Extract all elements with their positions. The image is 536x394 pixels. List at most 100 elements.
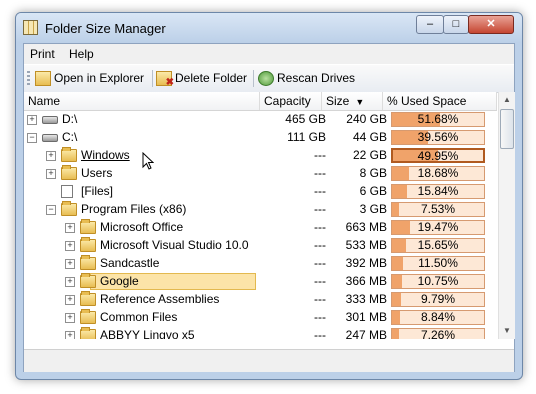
item-capacity: --- (314, 328, 326, 339)
used-space-percent: 7.26% (420, 328, 456, 340)
expand-icon[interactable]: + (27, 115, 37, 125)
column-header: Name Capacity Size ▼ % Used Space (24, 92, 497, 111)
item-name[interactable]: [Files] (81, 184, 113, 198)
item-size: 392 MB (345, 256, 387, 270)
item-name[interactable]: Users (81, 166, 112, 180)
column-used-space[interactable]: % Used Space (383, 92, 497, 110)
expand-icon[interactable]: + (46, 151, 56, 161)
item-name[interactable]: Microsoft Visual Studio 10.0 (100, 238, 249, 252)
tree-row[interactable]: − Program Files (x86) --- 3 GB 7.53% (24, 201, 497, 219)
item-name[interactable]: Sandcastle (100, 256, 159, 270)
tree-row[interactable]: + Microsoft Office --- 663 MB 19.47% (24, 219, 497, 237)
tree-row[interactable]: + Windows --- 22 GB 49.95% (24, 147, 497, 165)
column-size-label: Size (326, 94, 350, 108)
used-space-bar: 8.84% (391, 310, 485, 325)
sort-descending-icon: ▼ (355, 97, 365, 107)
status-bar (24, 349, 514, 372)
used-space-percent: 19.47% (417, 220, 459, 234)
delete-folder-button[interactable]: ✖ Delete Folder (156, 69, 248, 88)
rescan-drives-label: Rescan Drives (277, 71, 356, 85)
expand-icon[interactable]: + (46, 169, 56, 179)
item-size: 6 GB (359, 184, 387, 198)
rescan-drives-button[interactable]: Rescan Drives (258, 69, 356, 88)
item-name[interactable]: Google (100, 274, 139, 288)
item-name[interactable]: C:\ (62, 130, 77, 144)
maximize-button[interactable]: □ (443, 15, 469, 34)
tree-row[interactable]: + Sandcastle --- 392 MB 11.50% (24, 255, 497, 273)
rescan-drives-icon (258, 71, 274, 86)
item-capacity: --- (314, 184, 326, 198)
item-name[interactable]: D:\ (62, 112, 77, 126)
used-space-percent: 15.84% (417, 184, 459, 198)
collapse-icon[interactable]: − (46, 205, 56, 215)
window-title: Folder Size Manager (45, 21, 166, 36)
expand-icon[interactable]: + (65, 259, 75, 269)
expand-icon[interactable]: + (65, 223, 75, 233)
item-name[interactable]: Common Files (100, 310, 177, 324)
menu-bar: Print Help (24, 44, 514, 64)
expand-icon[interactable]: + (65, 241, 75, 251)
menu-help[interactable]: Help (69, 47, 94, 61)
folder-icon (80, 237, 96, 252)
open-in-explorer-label: Open in Explorer (54, 71, 145, 85)
column-capacity[interactable]: Capacity (260, 92, 322, 110)
item-name[interactable]: Reference Assemblies (100, 292, 219, 306)
folder-icon (80, 327, 96, 339)
item-name[interactable]: Windows (81, 148, 130, 162)
collapse-icon[interactable]: − (27, 133, 37, 143)
menu-print[interactable]: Print (30, 47, 55, 61)
column-name[interactable]: Name (24, 92, 260, 110)
used-space-bar: 7.26% (391, 328, 485, 339)
used-space-percent: 18.68% (417, 166, 459, 180)
tree-row[interactable]: + Common Files --- 301 MB 8.84% (24, 309, 497, 327)
item-name[interactable]: Program Files (x86) (81, 202, 186, 216)
item-name[interactable]: ABBYY Lingvo x5 (100, 328, 195, 339)
item-name[interactable]: Microsoft Office (100, 220, 183, 234)
expand-icon[interactable]: + (65, 295, 75, 305)
toolbar-separator (253, 70, 254, 87)
tree-row[interactable]: [Files] --- 6 GB 15.84% (24, 183, 497, 201)
tree-row-name-cell[interactable] (52, 129, 256, 146)
title-bar[interactable]: Folder Size Manager – □ ✕ (16, 13, 522, 43)
used-space-bar: 19.47% (391, 220, 485, 235)
scroll-thumb[interactable] (500, 109, 514, 149)
folder-icon (80, 309, 96, 324)
used-space-bar: 15.65% (391, 238, 485, 253)
used-space-percent: 8.84% (420, 310, 456, 324)
mouse-cursor-icon (142, 152, 154, 170)
tree-row[interactable]: + Google --- 366 MB 10.75% (24, 273, 497, 291)
expand-icon[interactable]: + (65, 277, 75, 287)
tree-row[interactable]: + Users --- 8 GB 18.68% (24, 165, 497, 183)
used-space-bar: 7.53% (391, 202, 485, 217)
tree-row[interactable]: − C:\ 111 GB 44 GB 39.56% (24, 129, 497, 147)
column-capacity-label: Capacity (264, 94, 311, 108)
toolbar-grip[interactable] (27, 71, 30, 86)
tree-row[interactable]: + ABBYY Lingvo x5 --- 247 MB 7.26% (24, 327, 497, 339)
used-space-bar: 9.79% (391, 292, 485, 307)
close-button[interactable]: ✕ (468, 15, 514, 34)
scroll-down-icon[interactable]: ▼ (499, 323, 515, 339)
tree-row[interactable]: + D:\ 465 GB 240 GB 51.68% (24, 111, 497, 129)
used-space-bar: 11.50% (391, 256, 485, 271)
toolbar-separator (152, 70, 153, 87)
tree-row-name-cell[interactable] (52, 111, 256, 128)
folder-icon (61, 165, 77, 180)
column-size[interactable]: Size ▼ (322, 92, 383, 110)
minimize-button[interactable]: – (416, 15, 444, 34)
scroll-up-icon[interactable]: ▲ (499, 92, 515, 108)
explorer-icon (35, 71, 51, 86)
used-space-percent: 49.95% (417, 149, 459, 163)
vertical-scrollbar[interactable]: ▲ ▼ (498, 92, 515, 339)
open-in-explorer-button[interactable]: Open in Explorer (35, 69, 151, 88)
tree-row[interactable]: + Microsoft Visual Studio 10.0 --- 533 MB 15… (24, 237, 497, 255)
tree-list: + D:\ 465 GB 240 GB 51.68% − C:\ 111 GB 44 GB 39.… (24, 111, 497, 339)
app-icon (23, 20, 38, 35)
used-space-percent: 39.56% (417, 130, 459, 144)
tree-row[interactable]: + Reference Assemblies --- 333 MB 9.79% (24, 291, 497, 309)
folder-icon (61, 201, 77, 216)
item-size: 333 MB (345, 292, 387, 306)
expand-icon[interactable]: + (65, 331, 75, 339)
item-capacity: 111 GB (287, 130, 326, 144)
drive-icon (42, 116, 58, 124)
expand-icon[interactable]: + (65, 313, 75, 323)
